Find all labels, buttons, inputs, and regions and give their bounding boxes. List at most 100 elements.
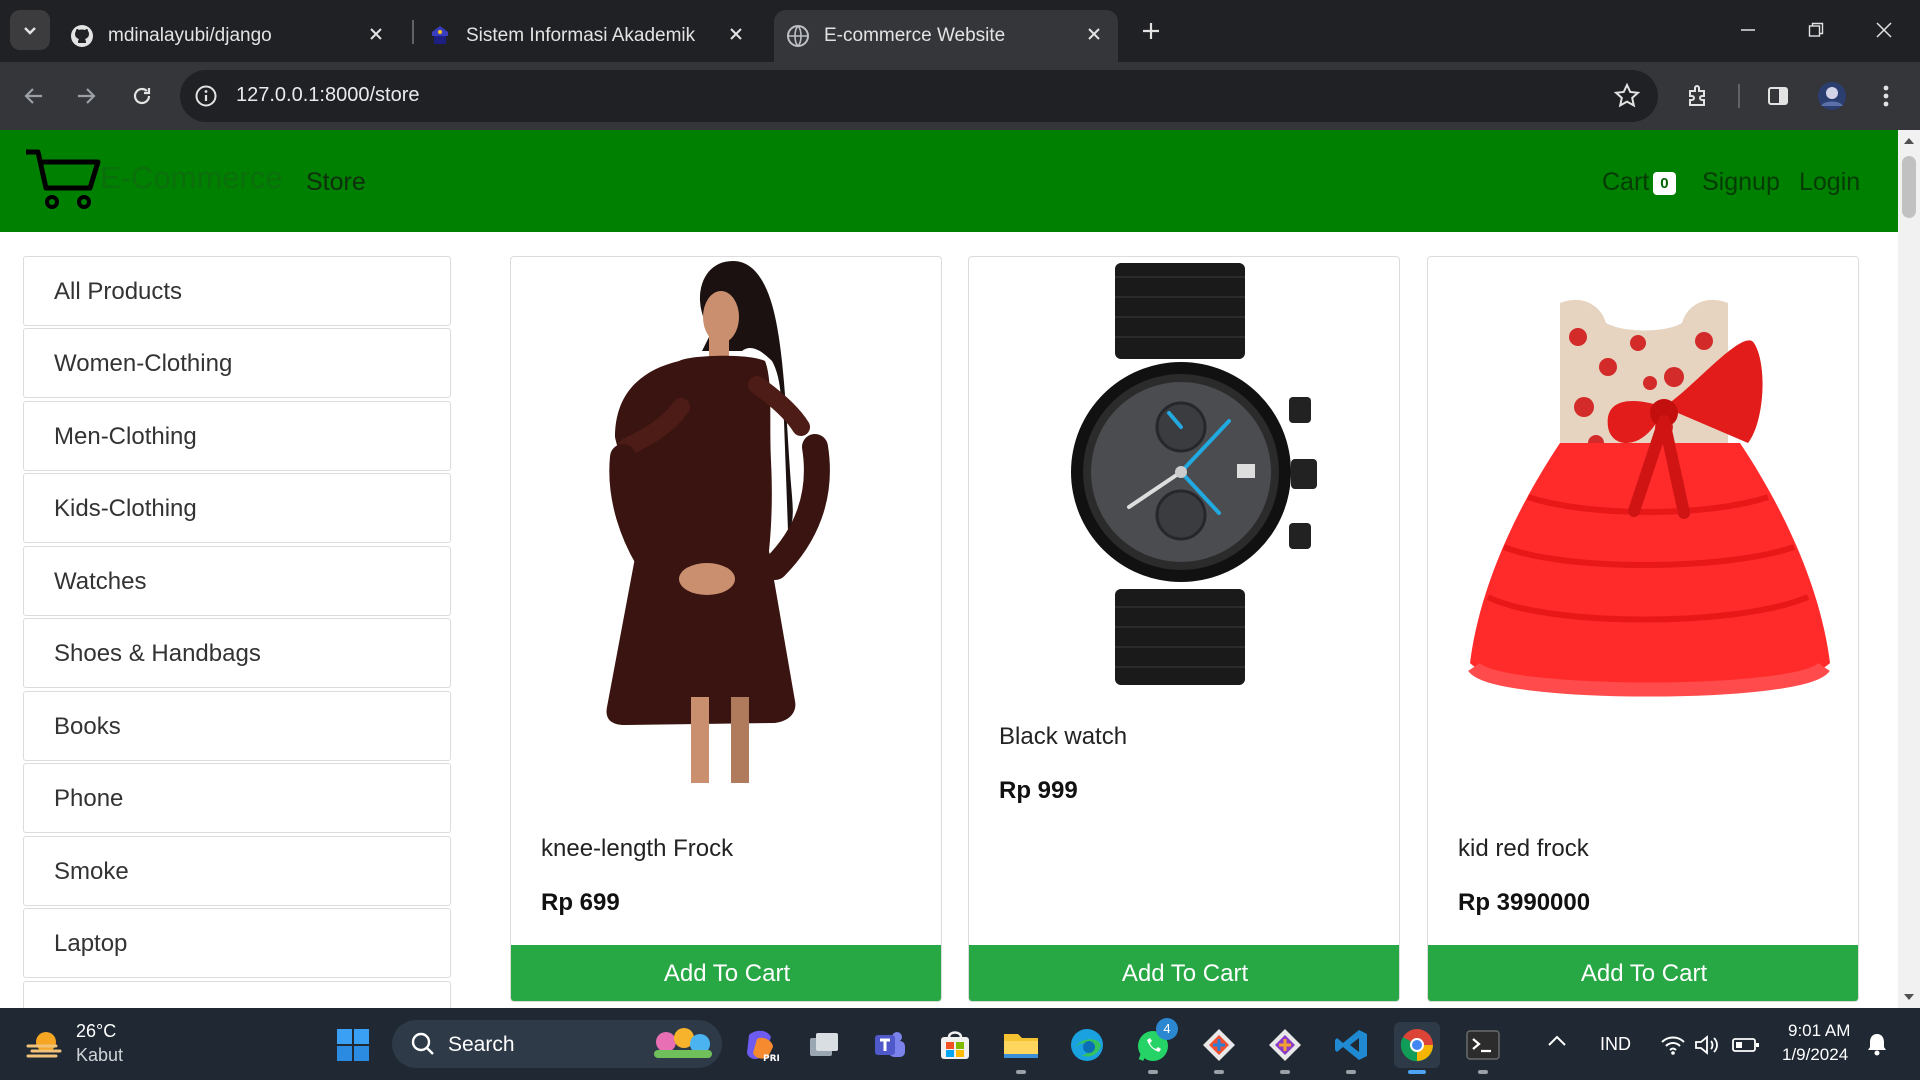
category-phone[interactable]: Phone xyxy=(23,763,451,833)
close-tab-icon[interactable] xyxy=(1082,22,1106,46)
kebab-menu-icon xyxy=(1883,85,1889,107)
language-indicator[interactable]: IND xyxy=(1600,1034,1631,1055)
running-indicator xyxy=(1478,1070,1488,1074)
minimize-button[interactable] xyxy=(1726,10,1770,50)
browser-toolbar: 127.0.0.1:8000/store xyxy=(0,62,1920,130)
scroll-down-icon[interactable] xyxy=(1898,990,1920,1004)
tab-github[interactable]: mdinalayubi/django xyxy=(70,10,400,62)
tab-search-button[interactable] xyxy=(10,10,50,50)
puzzle-icon xyxy=(1689,85,1705,106)
address-bar[interactable]: 127.0.0.1:8000/store xyxy=(180,70,1658,122)
reload-icon xyxy=(133,87,151,105)
start-button[interactable] xyxy=(330,1022,376,1068)
scroll-up-icon[interactable] xyxy=(1898,134,1920,148)
windows-logo-icon xyxy=(337,1029,369,1061)
close-window-button[interactable] xyxy=(1862,10,1906,50)
product-name[interactable]: kid red frock xyxy=(1458,835,1589,863)
search-highlight-icon xyxy=(654,1028,712,1058)
side-panel-button[interactable] xyxy=(1760,78,1796,114)
clock-date[interactable]: 1/9/2024 xyxy=(1782,1045,1848,1065)
vscode-icon[interactable] xyxy=(1328,1022,1374,1074)
add-to-cart-button[interactable]: Add To Cart xyxy=(1428,945,1858,1001)
site-info-icon[interactable] xyxy=(194,84,218,108)
tab-sistem-informasi[interactable]: Sistem Informasi Akademik xyxy=(428,10,760,62)
product-image-watch xyxy=(1071,263,1317,685)
battery-icon[interactable] xyxy=(1732,1036,1760,1054)
edge-icon[interactable] xyxy=(1064,1022,1110,1068)
add-to-cart-button[interactable]: Add To Cart xyxy=(969,945,1399,1001)
git-app-icon[interactable] xyxy=(1262,1022,1308,1074)
page-scrollbar[interactable] xyxy=(1898,130,1920,1008)
brand-name[interactable]: E-Commerce xyxy=(100,160,283,196)
restore-icon xyxy=(1808,22,1824,37)
cart-count-badge: 0 xyxy=(1653,171,1676,195)
product-image-kid-frock xyxy=(1468,299,1830,697)
tab-ecommerce[interactable]: E-commerce Website xyxy=(774,10,1118,62)
browser-menu-button[interactable] xyxy=(1868,78,1904,114)
nav-store-link[interactable]: Store xyxy=(306,168,366,197)
category-men-clothing[interactable]: Men-Clothing xyxy=(23,401,451,471)
restore-button[interactable] xyxy=(1794,10,1838,50)
clock-time[interactable]: 9:01 AM xyxy=(1788,1021,1850,1041)
svg-text:PRE: PRE xyxy=(763,1054,779,1063)
arrow-right-icon xyxy=(78,88,96,104)
new-tab-button[interactable] xyxy=(1134,14,1168,48)
product-name[interactable]: knee-length Frock xyxy=(541,835,733,863)
product-price: Rp 3990000 xyxy=(1458,889,1591,916)
category-smoke[interactable]: Smoke xyxy=(23,836,451,906)
category-partial[interactable] xyxy=(23,981,451,1008)
git-app-icon[interactable] xyxy=(1196,1022,1242,1074)
extensions-button[interactable] xyxy=(1680,78,1716,114)
add-to-cart-button[interactable]: Add To Cart xyxy=(511,945,941,1001)
forward-button[interactable] xyxy=(68,78,104,114)
category-shoes-handbags[interactable]: Shoes & Handbags xyxy=(23,618,451,688)
weather-icon[interactable] xyxy=(24,1024,64,1064)
nav-signup-link[interactable]: Signup xyxy=(1702,168,1780,197)
cart-logo-icon[interactable] xyxy=(24,146,102,210)
browser-tab-bar: mdinalayubi/django Sistem Informasi Akad… xyxy=(0,0,1920,62)
category-list: All Products Women-Clothing Men-Clothing… xyxy=(23,256,451,1008)
copilot-icon[interactable]: PRE xyxy=(738,1022,784,1068)
category-watches[interactable]: Watches xyxy=(23,546,451,616)
close-tab-icon[interactable] xyxy=(724,22,748,46)
scrollbar-thumb[interactable] xyxy=(1902,156,1916,218)
weather-desc[interactable]: Kabut xyxy=(76,1045,123,1066)
active-indicator xyxy=(1408,1070,1426,1074)
minimize-icon xyxy=(1741,29,1755,31)
task-view-icon[interactable] xyxy=(800,1022,846,1068)
category-women-clothing[interactable]: Women-Clothing xyxy=(23,328,451,398)
terminal-icon[interactable] xyxy=(1460,1022,1506,1074)
globe-icon xyxy=(787,25,809,47)
tab-divider xyxy=(412,20,414,44)
windows-taskbar: 26°C Kabut Search PRE 4 IND 9:01 AM 1/9/… xyxy=(0,1008,1920,1080)
product-price: Rp 699 xyxy=(541,889,620,916)
back-button[interactable] xyxy=(16,78,52,114)
file-explorer-icon[interactable] xyxy=(998,1022,1044,1074)
notifications-bell-icon[interactable] xyxy=(1866,1032,1888,1056)
taskbar-search-box[interactable]: Search xyxy=(392,1020,722,1068)
running-indicator xyxy=(1280,1070,1290,1074)
tab-title: E-commerce Website xyxy=(824,25,1006,46)
bookmark-star-icon[interactable] xyxy=(1614,83,1640,109)
category-laptop[interactable]: Laptop xyxy=(23,908,451,978)
teams-icon[interactable] xyxy=(866,1022,912,1068)
running-indicator xyxy=(1016,1070,1026,1074)
profile-avatar[interactable] xyxy=(1814,78,1850,114)
microsoft-store-icon[interactable] xyxy=(932,1022,978,1068)
category-kids-clothing[interactable]: Kids-Clothing xyxy=(23,473,451,543)
product-name[interactable]: Black watch xyxy=(999,723,1127,751)
chrome-icon[interactable] xyxy=(1394,1022,1440,1074)
reload-button[interactable] xyxy=(124,78,160,114)
nav-cart-link[interactable]: Cart 0 xyxy=(1602,168,1676,197)
wifi-icon[interactable] xyxy=(1660,1034,1686,1056)
category-all-products[interactable]: All Products xyxy=(23,256,451,326)
close-tab-icon[interactable] xyxy=(364,22,388,46)
show-hidden-icons-button[interactable] xyxy=(1546,1034,1568,1048)
nav-login-link[interactable]: Login xyxy=(1799,168,1860,197)
volume-icon[interactable] xyxy=(1694,1034,1720,1056)
whatsapp-icon[interactable]: 4 xyxy=(1130,1018,1178,1074)
site-navbar: E-Commerce Store Cart 0 Signup Login xyxy=(0,130,1898,232)
weather-temp[interactable]: 26°C xyxy=(76,1021,116,1042)
category-books[interactable]: Books xyxy=(23,691,451,761)
url-text[interactable]: 127.0.0.1:8000/store xyxy=(236,84,419,107)
